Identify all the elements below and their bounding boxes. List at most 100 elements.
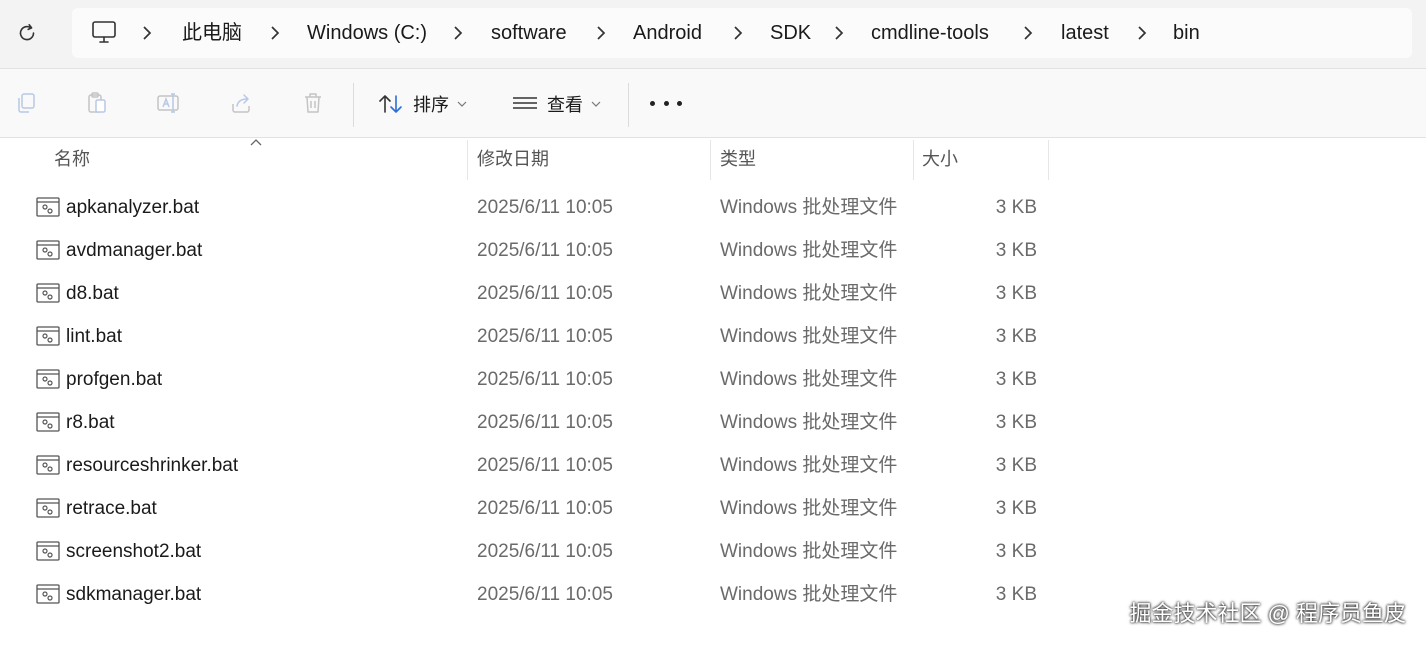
- file-list: apkanalyzer.bat 2025/6/11 10:05 Windows …: [0, 186, 1426, 616]
- file-name: retrace.bat: [66, 498, 157, 519]
- file-size: 3 KB: [995, 197, 1037, 218]
- file-type: Windows 批处理文件: [720, 455, 898, 476]
- trash-icon: [305, 93, 321, 113]
- column-divider[interactable]: [1048, 140, 1049, 180]
- more-dot: [663, 100, 669, 106]
- breadcrumb-item-cmdline-tools[interactable]: cmdline-tools: [871, 8, 989, 58]
- chevron-down-icon: [591, 101, 601, 107]
- this-pc-icon[interactable]: [90, 18, 118, 46]
- chevron-right-icon[interactable]: [592, 24, 610, 42]
- file-row[interactable]: r8.bat 2025/6/11 10:05 Windows 批处理文件 3 K…: [0, 401, 1426, 444]
- sort-button[interactable]: 排序: [377, 83, 467, 125]
- column-divider[interactable]: [710, 140, 711, 180]
- file-type: Windows 批处理文件: [720, 240, 898, 261]
- breadcrumb-item-sdk[interactable]: SDK: [770, 8, 811, 58]
- file-row[interactable]: profgen.bat 2025/6/11 10:05 Windows 批处理文…: [0, 358, 1426, 401]
- breadcrumb-item-this-pc[interactable]: 此电脑: [182, 8, 242, 58]
- more-dot: [650, 100, 655, 106]
- file-date: 2025/6/11 10:05: [477, 326, 613, 347]
- file-size: 3 KB: [995, 369, 1037, 390]
- file-date: 2025/6/11 10:05: [477, 541, 613, 562]
- rename-icon: [157, 93, 179, 113]
- file-size: 3 KB: [995, 283, 1037, 304]
- file-date: 2025/6/11 10:05: [477, 240, 613, 261]
- file-row[interactable]: apkanalyzer.bat 2025/6/11 10:05 Windows …: [0, 186, 1426, 229]
- file-type: Windows 批处理文件: [720, 412, 898, 433]
- file-row[interactable]: avdmanager.bat 2025/6/11 10:05 Windows 批…: [0, 229, 1426, 272]
- batch-file-icon: [36, 369, 60, 389]
- chevron-right-icon[interactable]: [1019, 24, 1037, 42]
- column-header-date[interactable]: 修改日期: [477, 138, 549, 180]
- column-header-size[interactable]: 大小: [922, 138, 958, 180]
- file-date: 2025/6/11 10:05: [477, 283, 613, 304]
- share-button[interactable]: [227, 89, 255, 117]
- column-divider[interactable]: [913, 140, 914, 180]
- file-name: resourceshrinker.bat: [66, 455, 239, 476]
- file-name: r8.bat: [66, 412, 115, 433]
- file-date: 2025/6/11 10:05: [477, 369, 613, 390]
- chevron-right-icon[interactable]: [266, 24, 284, 42]
- file-size: 3 KB: [995, 541, 1037, 562]
- batch-file-icon: [36, 455, 60, 475]
- breadcrumb[interactable]: 此电脑 Windows (C:) software Android SDK cm…: [72, 8, 1412, 58]
- rename-button[interactable]: [155, 89, 183, 117]
- file-name: lint.bat: [66, 326, 122, 347]
- file-type: Windows 批处理文件: [720, 369, 898, 390]
- file-type: Windows 批处理文件: [720, 541, 898, 562]
- file-type: Windows 批处理文件: [720, 498, 898, 519]
- file-size: 3 KB: [995, 412, 1037, 433]
- copy-button[interactable]: [12, 89, 40, 117]
- batch-file-icon: [36, 498, 60, 518]
- view-label: 查看: [547, 95, 583, 115]
- file-date: 2025/6/11 10:05: [477, 412, 613, 433]
- refresh-button[interactable]: [12, 18, 42, 48]
- column-divider[interactable]: [467, 140, 468, 180]
- file-type: Windows 批处理文件: [720, 584, 898, 605]
- batch-file-icon: [36, 240, 60, 260]
- file-name: profgen.bat: [66, 369, 163, 390]
- breadcrumb-item-bin[interactable]: bin: [1173, 8, 1200, 58]
- file-size: 3 KB: [995, 326, 1037, 347]
- file-date: 2025/6/11 10:05: [477, 197, 613, 218]
- file-name: avdmanager.bat: [66, 240, 203, 261]
- paste-icon: [88, 92, 106, 113]
- column-header-type[interactable]: 类型: [720, 138, 756, 180]
- chevron-right-icon[interactable]: [729, 24, 747, 42]
- file-row[interactable]: screenshot2.bat 2025/6/11 10:05 Windows …: [0, 530, 1426, 573]
- file-type: Windows 批处理文件: [720, 283, 898, 304]
- chevron-down-icon: [457, 101, 467, 107]
- file-type: Windows 批处理文件: [720, 197, 898, 218]
- view-button[interactable]: 查看: [511, 83, 601, 125]
- file-name: sdkmanager.bat: [66, 584, 202, 605]
- share-icon: [232, 94, 250, 113]
- breadcrumb-item-drive-c[interactable]: Windows (C:): [307, 8, 427, 58]
- more-options-button[interactable]: [650, 93, 682, 113]
- sort-label: 排序: [413, 95, 449, 115]
- file-size: 3 KB: [995, 455, 1037, 476]
- delete-button[interactable]: [299, 89, 327, 117]
- file-row[interactable]: lint.bat 2025/6/11 10:05 Windows 批处理文件 3…: [0, 315, 1426, 358]
- file-row[interactable]: d8.bat 2025/6/11 10:05 Windows 批处理文件 3 K…: [0, 272, 1426, 315]
- copy-icon: [18, 93, 35, 113]
- batch-file-icon: [36, 584, 60, 604]
- address-bar-area: 此电脑 Windows (C:) software Android SDK cm…: [0, 0, 1426, 68]
- file-size: 3 KB: [995, 584, 1037, 605]
- file-name: screenshot2.bat: [66, 541, 202, 562]
- chevron-right-icon[interactable]: [449, 24, 467, 42]
- file-row[interactable]: resourceshrinker.bat 2025/6/11 10:05 Win…: [0, 444, 1426, 487]
- column-header-name[interactable]: 名称: [54, 138, 90, 180]
- chevron-right-icon[interactable]: [138, 24, 156, 42]
- sort-icon: [379, 95, 402, 113]
- file-size: 3 KB: [995, 240, 1037, 261]
- breadcrumb-item-software[interactable]: software: [491, 8, 567, 58]
- file-row[interactable]: retrace.bat 2025/6/11 10:05 Windows 批处理文…: [0, 487, 1426, 530]
- chevron-right-icon[interactable]: [1133, 24, 1151, 42]
- batch-file-icon: [36, 283, 60, 303]
- batch-file-icon: [36, 541, 60, 561]
- file-type: Windows 批处理文件: [720, 326, 898, 347]
- chevron-right-icon[interactable]: [830, 24, 848, 42]
- paste-button[interactable]: [83, 89, 111, 117]
- breadcrumb-item-latest[interactable]: latest: [1061, 8, 1109, 58]
- batch-file-icon: [36, 326, 60, 346]
- breadcrumb-item-android[interactable]: Android: [633, 8, 702, 58]
